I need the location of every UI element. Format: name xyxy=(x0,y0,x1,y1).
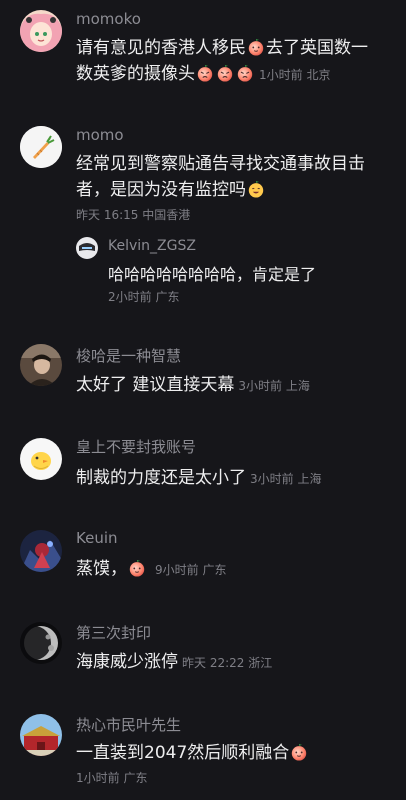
comment-text-part: 去了英国数一 xyxy=(266,38,368,58)
comment-text-part: 海康威少涨停 xyxy=(76,652,178,672)
comment-item[interactable]: 梭哈是一种智慧 太好了 建议直接天幕 3小时前 上海 xyxy=(0,336,406,426)
comment-text-part: 经常见到警察贴通告寻找交通事故目击 xyxy=(76,154,365,174)
username[interactable]: 梭哈是一种智慧 xyxy=(76,345,181,366)
carrot-avatar-icon[interactable] xyxy=(20,126,62,168)
person-avatar-icon[interactable] xyxy=(20,344,62,386)
comment-item[interactable]: Keuin 蒸馍， 9小时前 广东 xyxy=(0,518,406,612)
peach-emoji-icon xyxy=(247,38,265,56)
comment-text-part: 请有意见的香港人移民 xyxy=(76,38,246,58)
peach-angry-emoji-icon xyxy=(216,64,234,82)
username[interactable]: 第三次封印 xyxy=(76,622,151,643)
comment-item[interactable]: 皇上不要封我账号 制裁的力度还是太小了 3小时前 上海 xyxy=(0,426,406,518)
comment-text: 海康威少涨停 昨天 22:22 浙江 xyxy=(76,649,394,676)
username[interactable]: 热心市民叶先生 xyxy=(76,714,181,735)
comment-meta: 3小时前 上海 xyxy=(238,379,310,393)
reply-username[interactable]: Kelvin_ZGSZ xyxy=(108,238,196,254)
chick-avatar-icon[interactable] xyxy=(20,438,62,480)
comment-meta: 昨天 16:15 中国香港 xyxy=(76,208,191,222)
comment-text: 太好了 建议直接天幕 3小时前 上海 xyxy=(76,372,394,399)
comment-text: 制裁的力度还是太小了 3小时前 上海 xyxy=(76,465,394,492)
comment-item[interactable]: momoko 请有意见的香港人移民 去了英国数一 数英爹的摄像头 1小时前 北京 xyxy=(0,0,406,120)
comment-meta: 1小时前 广东 xyxy=(76,771,148,785)
comment-meta: 昨天 22:22 浙江 xyxy=(182,656,273,670)
comment-meta: 9小时前 广东 xyxy=(155,563,227,577)
reply-avatar-icon[interactable] xyxy=(76,237,98,259)
moon-avatar-icon[interactable] xyxy=(20,622,62,664)
comment-text-part: 制裁的力度还是太小了 xyxy=(76,468,246,488)
comment-text-part: 太好了 建议直接天幕 xyxy=(76,375,235,395)
username[interactable]: momo xyxy=(76,126,124,144)
comment-text-part: 一直装到2047然后顺利融合 xyxy=(76,743,290,763)
comment-text: 蒸馍， 9小时前 广东 xyxy=(76,556,394,583)
comment-text: 请有意见的香港人移民 去了英国数一 数英爹的摄像头 1小时前 北京 xyxy=(76,35,394,88)
username[interactable]: momoko xyxy=(76,10,141,28)
comment-text-part: 数英爹的摄像头 xyxy=(76,64,195,84)
reply-text: 哈哈哈哈哈哈哈哈，肯定是了 xyxy=(108,265,317,284)
anime-girl-avatar-icon[interactable] xyxy=(20,10,62,52)
peach-laugh-emoji-icon xyxy=(247,180,265,198)
peach-emoji-icon xyxy=(128,559,146,577)
comment-item[interactable]: 热心市民叶先生 一直装到2047然后顺利融合 1小时前 广东 xyxy=(0,704,406,800)
username[interactable]: Keuin xyxy=(76,529,118,547)
peach-angry-emoji-icon xyxy=(236,64,254,82)
peach-angry-emoji-icon xyxy=(196,64,214,82)
game-character-avatar-icon[interactable] xyxy=(20,530,62,572)
comment-text: 一直装到2047然后顺利融合 xyxy=(76,740,394,766)
tiananmen-avatar-icon[interactable] xyxy=(20,714,62,756)
peach-emoji-icon xyxy=(290,743,308,761)
comment-item[interactable]: 第三次封印 海康威少涨停 昨天 22:22 浙江 xyxy=(0,612,406,704)
comment-meta: 3小时前 上海 xyxy=(250,472,322,486)
comment-text-part: 蒸馍， xyxy=(76,559,127,579)
comment-text-part: 者，是因为没有监控吗 xyxy=(76,180,246,200)
comment-meta: 1小时前 北京 xyxy=(259,68,331,82)
reply-meta: 2小时前 广东 xyxy=(108,290,180,304)
username[interactable]: 皇上不要封我账号 xyxy=(76,436,196,457)
comment-text: 经常见到警察贴通告寻找交通事故目击 者，是因为没有监控吗 xyxy=(76,151,394,203)
comment-item[interactable]: momo 经常见到警察贴通告寻找交通事故目击 者，是因为没有监控吗 昨天 16:… xyxy=(0,120,406,320)
